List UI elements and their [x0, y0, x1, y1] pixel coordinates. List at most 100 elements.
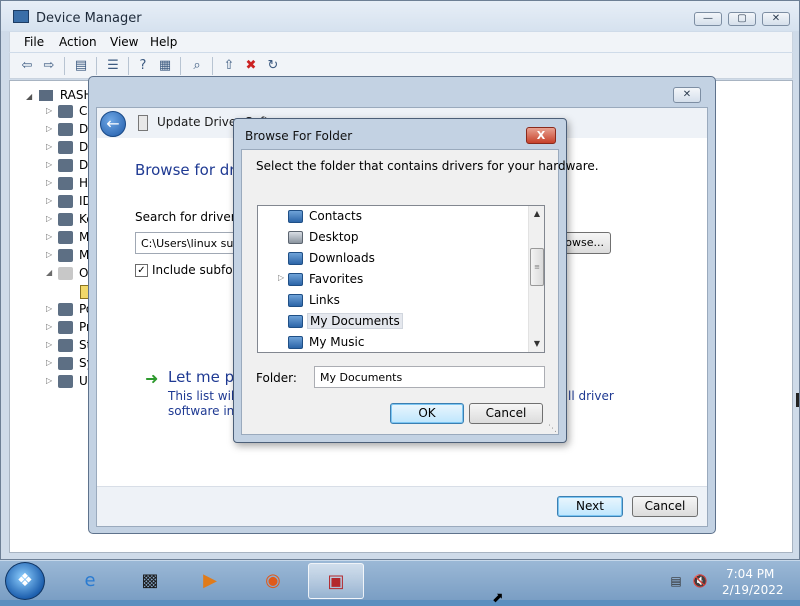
hid-icon — [58, 177, 73, 190]
wizard-close-button[interactable]: ✕ — [673, 87, 701, 103]
expand-icon[interactable]: ▷ — [46, 232, 52, 241]
links-folder-icon — [288, 294, 303, 307]
menu-help[interactable]: Help — [150, 35, 177, 49]
ide-controller-icon — [58, 195, 73, 208]
folder-item-contacts[interactable]: Contacts — [258, 206, 528, 227]
expand-icon[interactable]: ▷ — [46, 376, 52, 385]
back-arrow-icon[interactable]: ⇦ — [18, 57, 36, 75]
collapse-icon[interactable]: ◢ — [26, 92, 32, 101]
window-title: Device Manager — [36, 11, 142, 26]
terminal-icon[interactable]: ▩ — [122, 563, 178, 599]
monitor-icon — [58, 249, 73, 262]
back-arrow-icon[interactable]: ← — [100, 111, 126, 137]
wizard-heading: Browse for dri — [135, 161, 240, 179]
scroll-up-icon[interactable]: ▲ — [529, 206, 544, 222]
expand-icon[interactable]: ▷ — [46, 340, 52, 349]
contacts-folder-icon — [288, 210, 303, 223]
volume-muted-icon[interactable]: 🔇 — [692, 574, 708, 588]
firefox-icon[interactable]: ◉ — [245, 563, 301, 599]
music-folder-icon — [288, 336, 303, 349]
computer-icon — [58, 105, 73, 118]
tree-root[interactable]: ◢ RASH — [26, 88, 93, 102]
expand-icon[interactable]: ▷ — [46, 160, 52, 169]
green-arrow-icon: ➜ — [145, 369, 159, 388]
processor-icon — [58, 321, 73, 334]
vertical-scrollbar[interactable]: ▲ ≡ ▼ — [528, 206, 544, 352]
expand-icon[interactable]: ▷ — [46, 358, 52, 367]
pick-description-continued: software in t — [168, 404, 243, 418]
ports-icon — [58, 303, 73, 316]
expand-icon[interactable]: ▷ — [46, 304, 52, 313]
title-bar[interactable]: Device Manager — ▢ ✕ — [1, 1, 799, 31]
expand-icon[interactable]: ▷ — [46, 178, 52, 187]
folder-item-my-documents[interactable]: My Documents — [258, 311, 528, 332]
folder-item-my-music[interactable]: My Music — [258, 332, 528, 352]
help-icon[interactable]: ? — [134, 57, 152, 75]
expand-icon[interactable]: ▷ — [46, 142, 52, 151]
dialog-cancel-button[interactable]: Cancel — [469, 403, 543, 424]
minimize-button[interactable]: — — [694, 12, 722, 26]
dialog-description: Select the folder that contains drivers … — [256, 159, 599, 173]
computer-icon — [38, 90, 53, 101]
toolbar-separator — [96, 57, 97, 75]
menu-view[interactable]: View — [110, 35, 138, 49]
menu-action[interactable]: Action — [59, 35, 97, 49]
device-manager-icon — [13, 10, 29, 23]
folder-item-desktop[interactable]: Desktop — [258, 227, 528, 248]
include-subfolders-checkbox[interactable]: ✓ — [135, 264, 148, 277]
folder-label: Folder: — [256, 371, 297, 385]
system-devices-icon — [58, 357, 73, 370]
scroll-thumb[interactable]: ≡ — [530, 248, 544, 286]
maximize-button[interactable]: ▢ — [728, 12, 756, 26]
expand-icon[interactable]: ▷ — [46, 124, 52, 133]
expand-icon[interactable]: ▷ — [278, 273, 284, 282]
favorites-folder-icon — [288, 273, 303, 286]
expand-icon[interactable]: ▷ — [46, 196, 52, 205]
browse-for-folder-dialog: Browse For Folder X Select the folder th… — [233, 118, 599, 443]
folder-tree[interactable]: Contacts Desktop Downloads ▷ Favorites L… — [257, 205, 545, 353]
uninstall-icon[interactable]: ✖ — [242, 57, 260, 75]
toolbar-separator — [128, 57, 129, 75]
folder-name-input[interactable]: My Documents — [314, 366, 545, 388]
other-devices-icon — [58, 267, 73, 280]
network-icon[interactable]: ▤ — [668, 574, 684, 588]
wizard-cancel-button[interactable]: Cancel — [632, 496, 698, 517]
expand-icon[interactable]: ▷ — [46, 106, 52, 115]
scan-hardware-icon[interactable]: ⌕ — [188, 57, 206, 75]
media-player-icon[interactable]: ▶ — [182, 563, 238, 599]
menu-file[interactable]: File — [24, 35, 44, 49]
properties-icon[interactable]: ☰ — [104, 57, 122, 75]
clock-date[interactable]: 2/19/2022 — [722, 583, 784, 597]
documents-folder-icon — [288, 315, 303, 328]
collapse-icon[interactable]: ◢ — [46, 268, 52, 277]
menu-bar: File Action View Help — [9, 32, 793, 52]
close-icon[interactable]: X — [526, 127, 556, 144]
folder-item-favorites[interactable]: ▷ Favorites — [258, 269, 528, 290]
folder-item-links[interactable]: Links — [258, 290, 528, 311]
keyboard-icon — [58, 213, 73, 226]
window-edge-marker — [796, 393, 799, 407]
expand-icon[interactable]: ▷ — [46, 214, 52, 223]
forward-arrow-icon[interactable]: ⇨ — [40, 57, 58, 75]
resize-grip-icon[interactable]: ⋱ — [548, 424, 557, 434]
enable-device-icon[interactable]: ↻ — [264, 57, 282, 75]
scroll-down-icon[interactable]: ▼ — [529, 336, 544, 352]
start-button[interactable]: ❖ — [5, 562, 45, 600]
usb-controller-icon — [58, 375, 73, 388]
show-hide-console-tree-icon[interactable]: ▤ — [72, 57, 90, 75]
toolbar-separator — [212, 57, 213, 75]
expand-icon[interactable]: ▷ — [46, 322, 52, 331]
device-icon — [138, 115, 148, 131]
device-manager-taskbar-icon[interactable]: ▣ — [308, 563, 364, 599]
next-button[interactable]: Next — [557, 496, 623, 517]
expand-icon[interactable]: ▷ — [46, 250, 52, 259]
folder-item-downloads[interactable]: Downloads — [258, 248, 528, 269]
clock-time[interactable]: 7:04 PM — [726, 567, 774, 581]
close-button[interactable]: ✕ — [762, 12, 790, 26]
include-subfolders-label: Include subfold — [152, 263, 244, 277]
toolbar-separator — [180, 57, 181, 75]
internet-explorer-icon[interactable]: e — [62, 563, 118, 599]
view-icon[interactable]: ▦ — [156, 57, 174, 75]
ok-button[interactable]: OK — [390, 403, 464, 424]
update-driver-icon[interactable]: ⇧ — [220, 57, 238, 75]
